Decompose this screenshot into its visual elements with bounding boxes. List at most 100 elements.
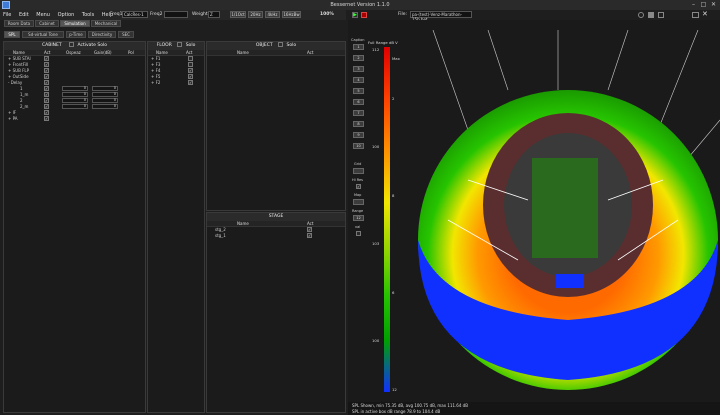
status-bar: SPL Shown, min 75.35 dB, avg 100.75 dB, … bbox=[348, 402, 720, 415]
gain-input[interactable]: 0 bbox=[92, 86, 118, 91]
main-tabs: Room Data Cabinet Simulation Mechanical bbox=[4, 20, 344, 28]
cabinet-row-checkbox[interactable]: ✓ bbox=[44, 98, 49, 103]
val-checkbox[interactable] bbox=[356, 231, 361, 236]
cabinet-row-checkbox[interactable]: ✓ bbox=[44, 74, 49, 79]
tab-cabinet[interactable]: Cabinet bbox=[35, 20, 59, 27]
caption-button[interactable]: 5 bbox=[353, 88, 364, 94]
map-label: Map bbox=[354, 193, 362, 197]
caption-button[interactable]: 7 bbox=[353, 110, 364, 116]
stop-icon[interactable] bbox=[361, 12, 367, 18]
caption-button[interactable]: 1 bbox=[353, 44, 364, 50]
caption-button[interactable]: 8 bbox=[353, 121, 364, 127]
gain-input[interactable]: 0 bbox=[92, 98, 118, 103]
stage-title: STAGE bbox=[268, 214, 284, 219]
tab-sec[interactable]: SEC bbox=[118, 31, 134, 38]
delay-input[interactable]: 0 bbox=[62, 86, 88, 91]
toolbar: Freq1 CalcRes-1 Freq2 Weight Z 1/1Oct 20… bbox=[108, 10, 348, 20]
menu-file[interactable]: File bbox=[0, 10, 14, 18]
caption-button[interactable]: 9 bbox=[353, 132, 364, 138]
menu-option[interactable]: Option bbox=[55, 10, 78, 18]
activate-solo-checkbox[interactable] bbox=[69, 42, 75, 47]
floor-row-checkbox[interactable] bbox=[188, 56, 193, 61]
play-icon[interactable]: ▶ bbox=[352, 12, 358, 18]
floor-row[interactable]: + F2 ✓ bbox=[148, 80, 204, 86]
tab-mechanical[interactable]: Mechanical bbox=[91, 20, 121, 27]
tab-simulation[interactable]: Simulation bbox=[60, 20, 90, 27]
maximize-button[interactable]: □ bbox=[699, 1, 708, 9]
band-button-1[interactable]: 1/1Oct bbox=[230, 11, 246, 18]
freq1-select[interactable]: CalcRes-1 bbox=[122, 11, 148, 18]
floor-row-checkbox[interactable]: ✓ bbox=[188, 68, 193, 73]
menu-edit[interactable]: Edit bbox=[16, 10, 32, 18]
app-icon bbox=[2, 1, 10, 9]
band-button-4[interactable]: 16HzBw bbox=[282, 11, 301, 18]
cabinet-row-checkbox[interactable]: ✓ bbox=[44, 104, 49, 109]
caption-button[interactable]: 3 bbox=[353, 66, 364, 72]
floor-row-checkbox[interactable]: ✓ bbox=[188, 74, 193, 79]
legend-title: Full Range dB V bbox=[368, 40, 398, 45]
simulation-viewer[interactable]: Caption 1 2 3 4 5 6 7 8 9 10 Grid Hi Res ✓ Map Ra… bbox=[348, 20, 720, 402]
stage-row-checkbox[interactable]: ✓ bbox=[307, 233, 312, 238]
caption-button[interactable]: 6 bbox=[353, 99, 364, 105]
legend-tick-label: 112 bbox=[372, 47, 380, 52]
tab-spl[interactable]: SPL bbox=[4, 31, 20, 38]
grid-select[interactable] bbox=[353, 168, 364, 174]
stage-panel: STAGE Name Act stg_2 ✓ stg_1 ✓ bbox=[206, 212, 346, 413]
cabinet-row-checkbox[interactable]: ✓ bbox=[44, 92, 49, 97]
tab-virtual-tone[interactable]: Sd-virtual Tone bbox=[22, 31, 64, 38]
tab-p-time[interactable]: p-Time bbox=[66, 31, 86, 38]
stage-row[interactable]: stg_1 ✓ bbox=[207, 233, 345, 239]
gain-input[interactable]: 0 bbox=[92, 92, 118, 97]
cabinet-row-checkbox[interactable]: ✓ bbox=[44, 68, 49, 73]
floor-row-checkbox[interactable]: ✓ bbox=[188, 80, 193, 85]
menu-menu[interactable]: Menu bbox=[33, 10, 53, 18]
range-select[interactable]: 12 bbox=[353, 215, 364, 221]
title-bar: Bessernet Version 1.1.0 – □ ✕ bbox=[0, 0, 720, 10]
menu-tools[interactable]: Tools bbox=[79, 10, 97, 18]
caption-button[interactable]: 2 bbox=[353, 55, 364, 61]
object-header: OBJECT Solo bbox=[207, 42, 345, 50]
cabinet-row-checkbox[interactable]: ✓ bbox=[44, 80, 49, 85]
close-button[interactable]: ✕ bbox=[709, 1, 718, 9]
delay-input[interactable]: 0 bbox=[62, 104, 88, 109]
close-view-icon[interactable]: ✕ bbox=[702, 11, 710, 19]
file-label: File: bbox=[398, 12, 408, 17]
zoom-percent: 100% bbox=[320, 12, 334, 17]
cabinet-row[interactable]: + PA ✓ bbox=[4, 116, 145, 122]
cabinet-row-checkbox[interactable]: ✓ bbox=[44, 86, 49, 91]
spl-coverage-map[interactable] bbox=[408, 30, 720, 402]
frame-icon[interactable] bbox=[658, 12, 664, 18]
cabinet-row-checkbox[interactable]: ✓ bbox=[44, 56, 49, 61]
object-solo-checkbox[interactable] bbox=[278, 42, 284, 47]
caption-button[interactable]: 10 bbox=[353, 143, 364, 149]
cabinet-row-checkbox[interactable]: ✓ bbox=[44, 110, 49, 115]
tab-room-data[interactable]: Room Data bbox=[4, 20, 34, 27]
cabinet-rows: + SUB STAI ✓ + FrontFill ✓ + SUB FLP ✓ + OutSi… bbox=[4, 56, 145, 122]
floor-solo-checkbox[interactable] bbox=[177, 42, 183, 47]
freq2-select[interactable] bbox=[164, 11, 188, 18]
object-solo-label: Solo bbox=[286, 43, 297, 48]
band-button-3[interactable]: 4kHz bbox=[265, 11, 280, 18]
cabinet-row-checkbox[interactable]: ✓ bbox=[44, 62, 49, 67]
view-icon[interactable] bbox=[648, 12, 654, 18]
legend-tick-label: 103 bbox=[372, 241, 380, 247]
map-select[interactable] bbox=[353, 199, 364, 205]
delay-input[interactable]: 0 bbox=[62, 92, 88, 97]
floor-title: FLOOR bbox=[156, 43, 172, 48]
stage-row-checkbox[interactable]: ✓ bbox=[307, 227, 312, 232]
weight-label: Weight bbox=[192, 12, 208, 17]
cabinet-row-checkbox[interactable]: ✓ bbox=[44, 116, 49, 121]
screen-icon[interactable] bbox=[692, 12, 699, 18]
band-button-2[interactable]: 20Hz bbox=[248, 11, 263, 18]
minimize-button[interactable]: – bbox=[689, 1, 698, 9]
globe-icon[interactable] bbox=[638, 12, 644, 18]
hi-res-checkbox[interactable]: ✓ bbox=[356, 184, 361, 189]
tab-directivity[interactable]: Directivity bbox=[88, 31, 116, 38]
floor-row-checkbox[interactable] bbox=[188, 62, 193, 67]
file-select[interactable]: pa-(test)-Venz-Marathon-15b.bet bbox=[410, 11, 472, 22]
delay-input[interactable]: 0 bbox=[62, 98, 88, 103]
gain-input[interactable]: 0 bbox=[92, 104, 118, 109]
stage-row-name: stg_1 bbox=[215, 233, 226, 238]
weight-select[interactable]: Z bbox=[208, 11, 220, 18]
caption-button[interactable]: 4 bbox=[353, 77, 364, 83]
